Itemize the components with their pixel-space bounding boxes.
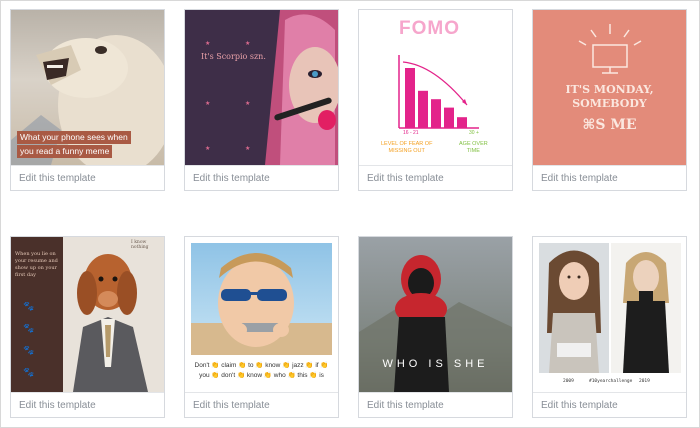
hashtag: #10yearchallenge bbox=[589, 379, 633, 384]
fomo-bar-4 bbox=[444, 107, 454, 128]
svg-text:★: ★ bbox=[245, 145, 250, 152]
girl-portrait-illustration bbox=[547, 250, 601, 373]
paw-icons: 🐾 🐾 🐾 🐾 bbox=[23, 301, 35, 377]
template-card-3[interactable]: FOMO 16 - 21 30 + LEVEL OF FEAR OF MISSIN… bbox=[358, 9, 513, 191]
fomo-label-right: 30 + bbox=[469, 130, 479, 136]
template-card-4[interactable]: IT'S MONDAY, SOMEBODY ⌘S ME Edit this te… bbox=[532, 9, 687, 191]
resume-text: When you lie on your resume and show up on… bbox=[15, 251, 58, 278]
edit-template-link-7[interactable]: Edit this template bbox=[359, 392, 512, 417]
fomo-caption-left: LEVEL OF FEAR OF MISSING OUT bbox=[381, 141, 433, 154]
template-card-2[interactable]: ★ ★ ★ ★ ★ ★ It's Scorpio szn. Edit this … bbox=[184, 9, 339, 191]
woman-portrait-illustration bbox=[623, 252, 669, 373]
template-thumbnail-2: ★ ★ ★ ★ ★ ★ It's Scorpio szn. bbox=[185, 10, 338, 165]
template-card-7[interactable]: WHO IS SHE Edit this template bbox=[358, 236, 513, 418]
edit-template-link-1[interactable]: Edit this template bbox=[11, 165, 164, 190]
template-thumbnail-6: Don't 👏 claim 👏 to 👏 know 👏 jazz 👏 if 👏 … bbox=[185, 237, 338, 392]
fomo-bar-1 bbox=[405, 68, 415, 128]
template-thumbnail-4: IT'S MONDAY, SOMEBODY ⌘S ME bbox=[533, 10, 686, 165]
svg-text:★: ★ bbox=[205, 145, 210, 152]
template-card-6[interactable]: Don't 👏 claim 👏 to 👏 know 👏 jazz 👏 if 👏 … bbox=[184, 236, 339, 418]
template-card-1[interactable]: What your phone sees when you read a fun… bbox=[10, 9, 165, 191]
fomo-caption-right: AGE OVER TIME bbox=[459, 141, 488, 154]
jazz-caption: Don't 👏 claim 👏 to 👏 know 👏 jazz 👏 if 👏 … bbox=[194, 362, 329, 379]
template-thumbnail-1: What your phone sees when you read a fun… bbox=[11, 10, 164, 165]
year-right: 2019 bbox=[639, 379, 650, 384]
dog-in-suit-illustration bbox=[73, 254, 148, 392]
edit-template-link-3[interactable]: Edit this template bbox=[359, 165, 512, 190]
fomo-bar-2 bbox=[418, 90, 428, 128]
template-thumbnail-5: When you lie on your resume and show up on… bbox=[11, 237, 164, 392]
edit-template-link-6[interactable]: Edit this template bbox=[185, 392, 338, 417]
photo-right bbox=[611, 243, 681, 373]
fomo-bar-5 bbox=[457, 117, 467, 128]
meme-caption-line-1: What your phone sees when bbox=[17, 131, 131, 144]
template-thumbnail-3: FOMO 16 - 21 30 + LEVEL OF FEAR OF MISSIN… bbox=[359, 10, 512, 165]
photo-left bbox=[539, 243, 609, 373]
portrait-illustration: ★ ★ ★ ★ ★ ★ bbox=[205, 10, 338, 165]
edit-template-link-4[interactable]: Edit this template bbox=[533, 165, 686, 190]
svg-text:★: ★ bbox=[205, 40, 210, 47]
template-thumbnail-7: WHO IS SHE bbox=[359, 237, 512, 392]
fomo-bar-3 bbox=[431, 99, 441, 128]
svg-text:★: ★ bbox=[245, 100, 250, 107]
svg-text:★: ★ bbox=[205, 100, 210, 107]
fomo-label-left: 16 - 21 bbox=[403, 130, 419, 136]
kid-with-harmonica-illustration bbox=[191, 253, 332, 355]
monday-line-1: IT'S MONDAY, bbox=[565, 83, 654, 96]
meme-caption-line-2: you read a funny meme bbox=[17, 145, 113, 158]
template-card-5[interactable]: When you lie on your resume and show up on… bbox=[10, 236, 165, 418]
monday-line-3: ⌘S ME bbox=[582, 117, 637, 133]
edit-template-link-2[interactable]: Edit this template bbox=[185, 165, 338, 190]
edit-template-link-8[interactable]: Edit this template bbox=[533, 392, 686, 417]
template-card-8[interactable]: 2009 #10yearchallenge 2019 Edit this tem… bbox=[532, 236, 687, 418]
edit-template-link-5[interactable]: Edit this template bbox=[11, 392, 164, 417]
template-thumbnail-8: 2009 #10yearchallenge 2019 bbox=[533, 237, 686, 392]
svg-text:★: ★ bbox=[245, 40, 250, 47]
monday-line-2: SOMEBODY bbox=[572, 97, 647, 110]
who-is-she-text: WHO IS SHE bbox=[382, 358, 489, 370]
scorpio-title: It's Scorpio szn. bbox=[201, 52, 266, 61]
year-left: 2009 bbox=[563, 379, 574, 384]
photo-area bbox=[191, 243, 332, 355]
